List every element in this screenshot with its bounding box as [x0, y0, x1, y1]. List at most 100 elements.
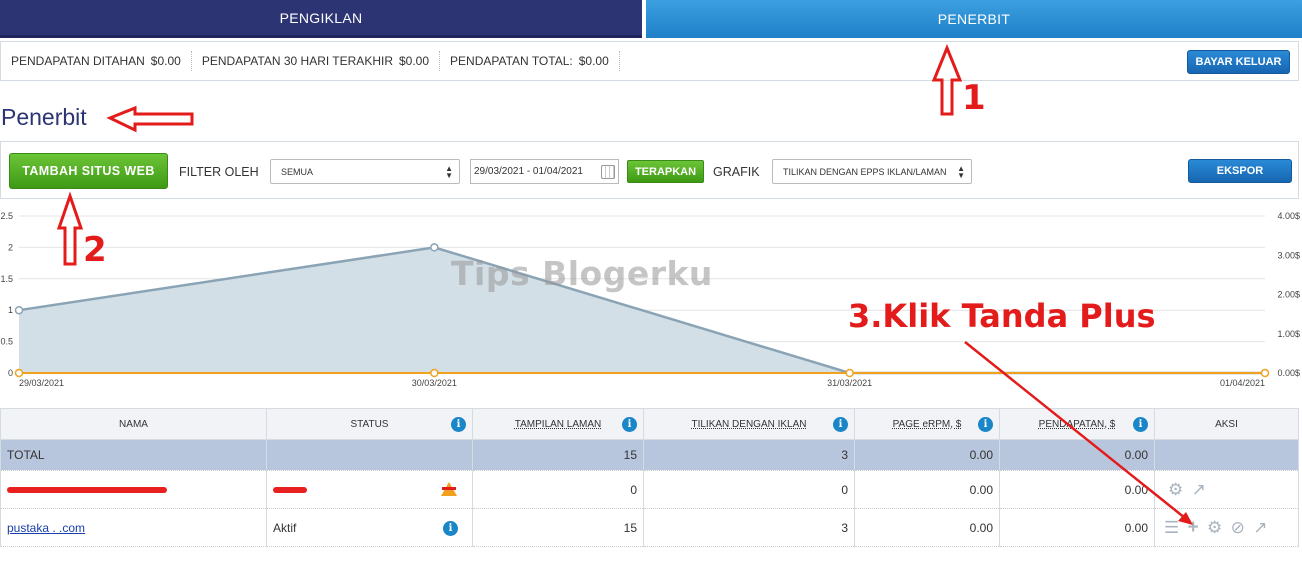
site-status: Aktif i: [266, 508, 473, 547]
site-erpm: 0.00: [854, 470, 1000, 509]
trend-icon[interactable]: ↗: [1192, 480, 1206, 500]
x-tick-label: 01/04/2021: [1220, 378, 1265, 388]
x-tick-label: 30/03/2021: [412, 378, 457, 388]
info-icon[interactable]: i: [978, 417, 993, 432]
data-point: [14, 368, 24, 378]
col-pageviews[interactable]: TAMPILAN LAMAN i: [472, 408, 644, 440]
toolbar: TAMBAH SITUS WEB FILTER OLEH SEMUA ▲ ▼ 29…: [0, 141, 1299, 199]
info-icon[interactable]: i: [451, 417, 466, 432]
site-revenue: 0.00: [999, 508, 1155, 547]
info-icon[interactable]: i: [1133, 417, 1148, 432]
data-point: [14, 305, 24, 315]
table-row: 0 0 0.00 0.00 ⚙ ↗: [0, 470, 1299, 509]
last30-earnings: PENDAPATAN 30 HARI TERAKHIR $0.00: [192, 51, 441, 71]
payout-button[interactable]: BAYAR KELUAR: [1187, 50, 1290, 74]
annotation-label-1: 1: [962, 78, 986, 118]
x-tick-label: 29/03/2021: [19, 378, 64, 388]
data-point: [430, 243, 439, 252]
warning-icon[interactable]: [440, 481, 458, 497]
total-revenue: 0.00: [999, 439, 1155, 471]
y-left-tick-label: 1.5: [0, 274, 13, 284]
total-pageviews: 15: [472, 439, 644, 471]
top-tabs: PENGIKLAN PENERBIT: [0, 0, 1302, 38]
site-pageviews: 15: [472, 508, 644, 547]
held-earnings-label: PENDAPATAN DITAHAN: [11, 54, 145, 68]
gear-icon[interactable]: ⚙: [1168, 480, 1183, 500]
site-actions: ⚙ ↗: [1154, 470, 1299, 509]
y-left-tick-label: 2.5: [0, 211, 13, 221]
list-icon[interactable]: ☰: [1164, 518, 1179, 538]
chart-label: GRAFIK: [713, 165, 760, 179]
annotation-label-3: 3.Klik Tanda Plus: [848, 297, 1156, 335]
y-left-tick-label: 2: [8, 242, 13, 252]
apply-button[interactable]: TERAPKAN: [627, 160, 704, 183]
site-views: 0: [643, 470, 855, 509]
site-name[interactable]: [0, 470, 267, 509]
site-pageviews: 0: [472, 470, 644, 509]
date-range-value: 29/03/2021 - 01/04/2021: [474, 166, 583, 177]
info-icon[interactable]: i: [443, 521, 458, 536]
col-views-with-ads[interactable]: TILIKAN DENGAN IKLAN i: [643, 408, 855, 440]
y-right-tick-label: 2.00$: [1277, 290, 1300, 300]
total-label: TOTAL: [0, 439, 267, 471]
total-row: TOTAL 15 3 0.00 0.00: [0, 439, 1299, 471]
info-icon[interactable]: i: [833, 417, 848, 432]
tab-advertiser[interactable]: PENGIKLAN: [0, 0, 642, 38]
tab-publisher[interactable]: PENERBIT: [646, 0, 1302, 38]
site-actions: ☰ + ⚙ ⊘ ↗: [1154, 508, 1299, 547]
col-revenue[interactable]: PENDAPATAN, $ i: [999, 408, 1155, 440]
y-left-tick-label: 1: [8, 305, 13, 315]
total-earnings: PENDAPATAN TOTAL: $0.00: [440, 51, 620, 71]
col-status[interactable]: STATUS i: [266, 408, 473, 440]
calendar-icon[interactable]: [601, 165, 615, 179]
y-left-tick-label: 0: [8, 368, 13, 378]
held-earnings: PENDAPATAN DITAHAN $0.00: [1, 51, 192, 71]
data-point: [430, 368, 439, 378]
select-arrows-icon: ▲ ▼: [445, 164, 453, 180]
annotation-label-2: 2: [83, 230, 107, 270]
last30-earnings-value: $0.00: [398, 54, 430, 68]
gear-icon[interactable]: ⚙: [1207, 518, 1222, 538]
y-right-tick-label: 0.00$: [1277, 368, 1300, 378]
col-page-erpm[interactable]: PAGE eRPM, $ i: [854, 408, 1000, 440]
add-site-button[interactable]: TAMBAH SITUS WEB: [9, 153, 168, 189]
total-earnings-label: PENDAPATAN TOTAL:: [450, 54, 573, 68]
status-text: Aktif: [273, 520, 297, 535]
data-point: [1260, 368, 1270, 378]
earnings-bar: PENDAPATAN DITAHAN $0.00 PENDAPATAN 30 H…: [0, 41, 1299, 81]
redacted-status: [273, 487, 307, 494]
select-arrows-icon: ▲ ▼: [957, 164, 965, 180]
date-range-input[interactable]: 29/03/2021 - 01/04/2021: [470, 159, 619, 184]
chart-select-value: TILIKAN DENGAN EPPS IKLAN/LAMAN: [783, 166, 947, 177]
site-status: [266, 470, 473, 509]
redacted-site-name: [7, 487, 167, 494]
annotation-arrow-title: [106, 105, 194, 133]
export-button[interactable]: EKSPOR: [1188, 159, 1292, 183]
block-icon[interactable]: ⊘: [1231, 518, 1245, 538]
table-header-row: NAMA STATUS i TAMPILAN LAMAN i TILIKAN DEN…: [0, 408, 1299, 440]
col-actions: AKSI: [1154, 408, 1299, 440]
x-tick-label: 31/03/2021: [827, 378, 872, 388]
y-right-tick-label: 1.00$: [1277, 329, 1300, 339]
site-revenue: 0.00: [999, 470, 1155, 509]
y-left-tick-label: 0.5: [0, 337, 13, 347]
total-earnings-value: $0.00: [578, 54, 609, 68]
filter-label: FILTER OLEH: [179, 165, 259, 179]
plus-icon[interactable]: +: [1188, 517, 1199, 539]
last30-earnings-label: PENDAPATAN 30 HARI TERAKHIR: [201, 54, 393, 68]
total-erpm: 0.00: [854, 439, 1000, 471]
info-icon[interactable]: i: [622, 417, 637, 432]
page-title: Penerbit: [1, 104, 87, 130]
filter-select-value: SEMUA: [281, 166, 314, 177]
total-views: 3: [643, 439, 855, 471]
site-name[interactable]: pustaka . .com: [0, 508, 267, 547]
y-right-tick-label: 3.00$: [1277, 250, 1300, 260]
trend-icon[interactable]: ↗: [1253, 518, 1267, 538]
table-row: pustaka . .com Aktif i 15 3 0.00 0.00 ☰ …: [0, 508, 1299, 547]
held-earnings-value: $0.00: [150, 54, 181, 68]
site-erpm: 0.00: [854, 508, 1000, 547]
site-link[interactable]: pustaka . .com: [7, 521, 85, 535]
col-name[interactable]: NAMA: [0, 408, 267, 440]
chart-select[interactable]: TILIKAN DENGAN EPPS IKLAN/LAMAN ▲ ▼: [772, 159, 972, 184]
filter-select[interactable]: SEMUA ▲ ▼: [270, 159, 460, 184]
